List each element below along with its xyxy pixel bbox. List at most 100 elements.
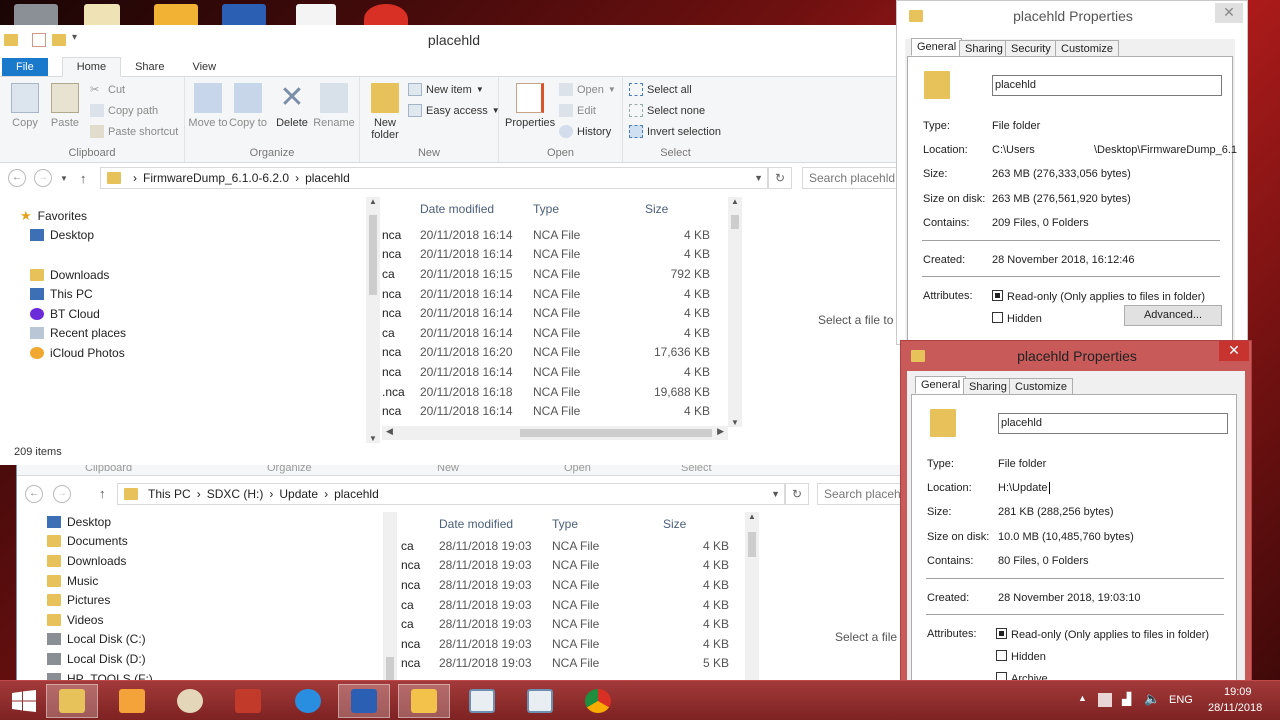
- breadcrumb-item[interactable]: Update: [279, 487, 318, 501]
- taskbar-paint[interactable]: [164, 684, 216, 718]
- close-button[interactable]: ✕: [1215, 3, 1243, 23]
- file-row[interactable]: nca 20/11/2018 16:20 NCA File 17,636 KB: [380, 343, 730, 363]
- file-row[interactable]: nca 20/11/2018 16:14 NCA File 4 KB: [380, 225, 730, 245]
- address-bar[interactable]: › FirmwareDump_6.1.0-6.2.0 › placehld ▼: [100, 167, 768, 189]
- edit-button[interactable]: Edit: [559, 104, 596, 117]
- column-size[interactable]: Size: [628, 202, 710, 216]
- nav-local-disk-d[interactable]: Local Disk (D:): [17, 649, 367, 669]
- file-row[interactable]: nca 20/11/2018 16:14 NCA File 4 KB: [380, 362, 730, 382]
- select-all-button[interactable]: Select all: [629, 83, 692, 96]
- close-button[interactable]: ✕: [1219, 341, 1249, 361]
- delete-button[interactable]: ✕ Delete: [271, 83, 313, 130]
- file-row[interactable]: ca 28/11/2018 19:03 NCA File 4 KB: [399, 595, 759, 615]
- location-value[interactable]: H:\Update: [998, 482, 1050, 494]
- tab-file[interactable]: File: [2, 58, 48, 76]
- copy-to-button[interactable]: Copy to: [227, 83, 269, 129]
- history-button[interactable]: History: [559, 125, 611, 138]
- readonly-checkbox[interactable]: Read-only (Only applies to files in fold…: [996, 628, 1209, 641]
- taskbar-word[interactable]: [338, 684, 390, 718]
- taskbar-window-1[interactable]: [456, 684, 508, 718]
- file-row[interactable]: nca 20/11/2018 16:14 NCA File 4 KB: [380, 245, 730, 265]
- forward-button[interactable]: →: [34, 169, 52, 187]
- hidden-checkbox[interactable]: Hidden: [996, 650, 1046, 663]
- column-type[interactable]: Type: [552, 517, 647, 531]
- file-row[interactable]: nca 28/11/2018 19:03 NCA File 4 KB: [399, 575, 759, 595]
- nav-scrollbar[interactable]: ▲ ▼: [366, 197, 380, 443]
- volume-icon[interactable]: 🔈: [1144, 691, 1160, 707]
- file-row[interactable]: nca 20/11/2018 16:14 NCA File 4 KB: [380, 303, 730, 323]
- breadcrumb-item[interactable]: SDXC (H:): [207, 487, 264, 501]
- nav-bt-cloud[interactable]: BT Cloud: [0, 304, 366, 324]
- file-row[interactable]: ca 28/11/2018 19:03 NCA File 4 KB: [399, 614, 759, 634]
- recent-locations-button[interactable]: ▼: [60, 174, 68, 183]
- breadcrumb-item[interactable]: placehld: [334, 487, 379, 501]
- nav-documents[interactable]: Documents: [17, 532, 367, 552]
- file-list-scrollbar[interactable]: ▲: [745, 512, 759, 681]
- back-button[interactable]: ←: [25, 485, 43, 503]
- invert-selection-button[interactable]: Invert selection: [629, 125, 721, 138]
- address-bar[interactable]: This PC › SDXC (H:) › Update › placehld ▼: [117, 483, 785, 505]
- breadcrumb-item[interactable]: This PC: [148, 487, 191, 501]
- file-row[interactable]: ca 20/11/2018 16:14 NCA File 4 KB: [380, 323, 730, 343]
- cut-button[interactable]: ✂ Cut: [90, 83, 125, 97]
- tab-share[interactable]: Share: [121, 58, 178, 76]
- breadcrumb-item[interactable]: placehld: [305, 171, 350, 185]
- nav-videos[interactable]: Videos: [17, 610, 367, 630]
- advanced-button[interactable]: Advanced...: [1124, 305, 1222, 326]
- search-input[interactable]: Search placehld: [802, 167, 908, 189]
- up-button[interactable]: ↑: [99, 486, 106, 501]
- open-button[interactable]: Open ▼: [559, 83, 616, 96]
- taskbar-internet-explorer[interactable]: [282, 684, 334, 718]
- network-icon[interactable]: ▟: [1122, 692, 1131, 706]
- folder-name-input[interactable]: placehld: [998, 413, 1228, 434]
- new-item-button[interactable]: New item ▼: [408, 83, 484, 96]
- show-hidden-icons-icon[interactable]: ▲: [1078, 693, 1087, 703]
- nav-desktop[interactable]: Desktop: [0, 226, 366, 246]
- rename-button[interactable]: Rename: [313, 83, 355, 129]
- chevron-down-icon[interactable]: ▼: [771, 489, 780, 499]
- clock-date[interactable]: 28/11/2018: [1208, 702, 1262, 714]
- taskbar-media-player[interactable]: [106, 684, 158, 718]
- properties-button[interactable]: Properties: [505, 83, 555, 129]
- column-size[interactable]: Size: [647, 517, 729, 531]
- file-row[interactable]: nca 28/11/2018 19:03 NCA File 5 KB: [399, 654, 759, 674]
- column-type[interactable]: Type: [533, 202, 628, 216]
- clock-time[interactable]: 19:09: [1224, 686, 1252, 698]
- language-indicator[interactable]: ENG: [1169, 694, 1193, 706]
- file-row[interactable]: .nca 20/11/2018 16:18 NCA File 19,688 KB: [380, 382, 730, 402]
- taskbar-outlook[interactable]: [398, 684, 450, 718]
- nav-desktop[interactable]: Desktop: [17, 512, 367, 532]
- nav-favorites[interactable]: ★ Favorites: [0, 206, 366, 226]
- select-none-button[interactable]: Select none: [629, 104, 705, 117]
- file-row[interactable]: nca 28/11/2018 19:03 NCA File 4 KB: [399, 634, 759, 654]
- file-row[interactable]: nca 20/11/2018 16:14 NCA File 4 KB: [380, 401, 730, 421]
- file-row[interactable]: ca 20/11/2018 16:15 NCA File 792 KB: [380, 264, 730, 284]
- tab-home[interactable]: Home: [61, 57, 122, 77]
- refresh-button[interactable]: ↻: [768, 167, 792, 189]
- breadcrumb-item[interactable]: FirmwareDump_6.1.0-6.2.0: [143, 171, 289, 185]
- forward-button[interactable]: →: [53, 485, 71, 503]
- file-list-scrollbar[interactable]: ▲ ▼: [728, 197, 742, 427]
- nav-icloud-photos[interactable]: iCloud Photos: [0, 343, 366, 363]
- paste-shortcut-button[interactable]: Paste shortcut: [90, 125, 178, 138]
- file-row[interactable]: nca 28/11/2018 19:03 NCA File 4 KB: [399, 556, 759, 576]
- nav-local-disk-c[interactable]: Local Disk (C:): [17, 630, 367, 650]
- up-button[interactable]: ↑: [80, 171, 87, 186]
- back-button[interactable]: ←: [8, 169, 26, 187]
- nav-recent-places[interactable]: Recent places: [0, 324, 366, 344]
- taskbar-window-2[interactable]: [514, 684, 566, 718]
- file-row[interactable]: nca 20/11/2018 16:14 NCA File 4 KB: [380, 284, 730, 304]
- chevron-down-icon[interactable]: ▼: [754, 173, 763, 183]
- file-row[interactable]: ca 28/11/2018 19:03 NCA File 4 KB: [399, 536, 759, 556]
- copy-path-button[interactable]: Copy path: [90, 104, 158, 117]
- tray-icon[interactable]: [1098, 693, 1112, 707]
- taskbar-chrome[interactable]: [572, 684, 624, 718]
- easy-access-button[interactable]: Easy access ▼: [408, 104, 500, 117]
- dialog-title-bar[interactable]: placehld Properties ✕: [901, 341, 1251, 371]
- taskbar-file-explorer[interactable]: [46, 684, 98, 718]
- start-button[interactable]: [0, 684, 48, 718]
- tab-general[interactable]: General: [915, 376, 967, 394]
- copy-button[interactable]: Copy: [4, 83, 46, 129]
- paste-button[interactable]: Paste: [44, 83, 86, 129]
- nav-pictures[interactable]: Pictures: [17, 590, 367, 610]
